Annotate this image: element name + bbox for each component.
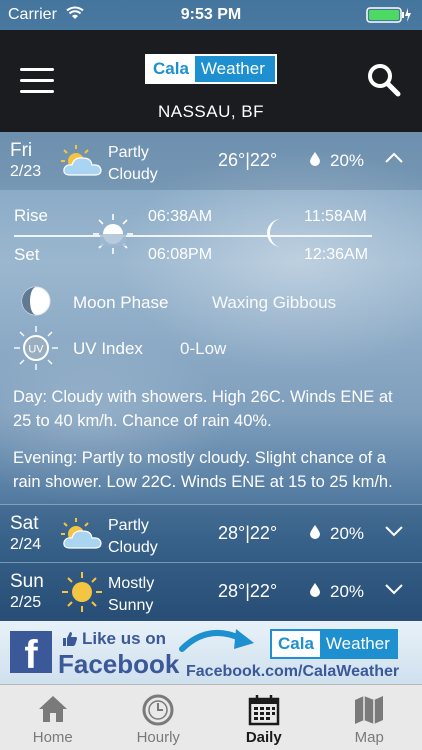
day-forecast-text: Day: Cloudy with showers. High 26C. Wind… xyxy=(13,385,411,433)
clock-icon xyxy=(142,694,174,726)
precip-chance: 20% xyxy=(330,524,365,543)
tab-label: Hourly xyxy=(136,729,180,746)
raindrop-icon xyxy=(310,152,320,166)
facebook-logo: f xyxy=(10,631,52,677)
day-condition: Partly Cloudy xyxy=(108,517,158,556)
precip-chance: 20% xyxy=(330,582,365,601)
battery-icon xyxy=(366,7,411,23)
day-condition: Partly Cloudy xyxy=(108,144,158,183)
calendar-icon xyxy=(248,695,279,726)
day-label: Day xyxy=(13,388,43,406)
high-temp: 28° xyxy=(218,523,246,543)
day-temps: 28°|22° xyxy=(218,523,277,544)
tab-label: Home xyxy=(32,729,73,746)
banner-logo-cala: Cala xyxy=(272,631,320,657)
day-date: 2/23 xyxy=(10,163,42,180)
day-description: : Cloudy with showers. High 26C. Winds E… xyxy=(13,388,393,430)
status-time: 9:53 PM xyxy=(180,6,242,23)
high-temp: 26° xyxy=(218,150,246,170)
day-date: 2/25 xyxy=(10,594,42,611)
search-icon[interactable] xyxy=(366,62,402,98)
moon-phase-value: Waxing Gibbous xyxy=(212,293,337,312)
sunset-time: 06:08PM xyxy=(148,246,213,263)
moon-phase-label: Moon Phase xyxy=(73,293,169,312)
evening-label: Evening xyxy=(13,449,73,467)
day-detail-panel: Rise Set 06:38AM 06:08PM 11:58AM 12:36AM… xyxy=(0,192,422,504)
status-bar: Carrier 9:53 PM xyxy=(0,0,422,30)
app-header: Cala Weather NASSAU, BF xyxy=(0,30,422,132)
tab-daily[interactable]: Daily xyxy=(211,685,317,750)
mostly-sunny-icon xyxy=(62,572,102,612)
chevron-down-icon[interactable] xyxy=(384,525,404,537)
set-label: Set xyxy=(14,245,40,264)
tab-label: Map xyxy=(354,729,384,746)
day-temps: 26°|22° xyxy=(218,150,277,171)
day-row-fri[interactable]: Fri 2/23 Partly Cloudy 26°|22° 20% xyxy=(0,132,422,190)
moonrise-time: 11:58AM xyxy=(304,208,367,225)
menu-icon-bar xyxy=(20,79,54,82)
partly-cloudy-icon xyxy=(61,145,102,176)
evening-forecast-text: Evening: Partly to mostly cloudy. Slight… xyxy=(13,446,411,494)
arrow-icon xyxy=(179,629,254,652)
day-date: 2/24 xyxy=(10,536,42,553)
like-us-text: Like us on xyxy=(82,629,167,648)
crescent-moon-icon xyxy=(267,219,281,247)
low-temp: 22° xyxy=(249,150,278,170)
chevron-up-icon[interactable] xyxy=(384,152,404,164)
menu-button[interactable] xyxy=(20,68,54,94)
facebook-word: Facebook xyxy=(58,649,180,679)
sunrise-time: 06:38AM xyxy=(148,208,213,225)
tab-map[interactable]: Map xyxy=(317,685,422,750)
cala-weather-logo: Cala Weather xyxy=(145,54,277,84)
logo-weather-text: Weather xyxy=(200,59,265,78)
uv-index-value: 0-Low xyxy=(180,339,227,358)
sun-icon xyxy=(93,214,133,254)
day-name: Sun xyxy=(10,571,44,592)
tab-hourly[interactable]: Hourly xyxy=(106,685,212,750)
moon-phase-icon xyxy=(21,286,51,316)
logo-cala-text: Cala xyxy=(147,56,195,82)
day-name: Sat xyxy=(10,513,39,534)
menu-icon-bar xyxy=(20,90,54,93)
tab-home[interactable]: Home xyxy=(0,685,106,750)
tab-bar: Home Hourly Daily Map xyxy=(0,684,422,750)
map-icon xyxy=(355,696,384,724)
high-temp: 28° xyxy=(218,581,246,601)
uv-index-icon: UV xyxy=(14,326,58,370)
raindrop-icon xyxy=(310,525,320,539)
raindrop-icon xyxy=(310,583,320,597)
low-temp: 22° xyxy=(249,523,278,543)
menu-icon-bar xyxy=(20,68,54,71)
facebook-banner[interactable]: f Like us on Facebook Cala Weather Faceb… xyxy=(0,621,422,684)
banner-logo-weather: Weather xyxy=(325,634,390,653)
thumbs-up-icon xyxy=(63,632,77,646)
uv-icon-text: UV xyxy=(28,344,44,356)
rise-label: Rise xyxy=(14,206,49,225)
day-name: Fri xyxy=(10,140,33,161)
day-row-sun[interactable]: Sun 2/25 Mostly Sunny 28°|22° 20% xyxy=(0,562,422,620)
moonset-time: 12:36AM xyxy=(304,246,369,263)
day-row-sat[interactable]: Sat 2/24 Partly Cloudy 28°|22° 20% xyxy=(0,504,422,562)
banner-url: Facebook.com/CalaWeather xyxy=(186,663,400,680)
uv-index-label: UV Index xyxy=(73,339,143,358)
day-condition: Mostly Sunny xyxy=(108,575,155,614)
tab-label: Daily xyxy=(245,729,282,746)
horizon-line xyxy=(14,235,372,237)
home-icon xyxy=(38,696,67,722)
precip-chance: 20% xyxy=(330,151,365,170)
low-temp: 22° xyxy=(249,581,278,601)
day-temps: 28°|22° xyxy=(218,581,277,602)
chevron-down-icon[interactable] xyxy=(384,583,404,595)
banner-cala-weather-logo: Cala Weather xyxy=(270,629,398,659)
location-title: NASSAU, BF xyxy=(157,102,265,121)
partly-cloudy-icon xyxy=(61,518,102,549)
